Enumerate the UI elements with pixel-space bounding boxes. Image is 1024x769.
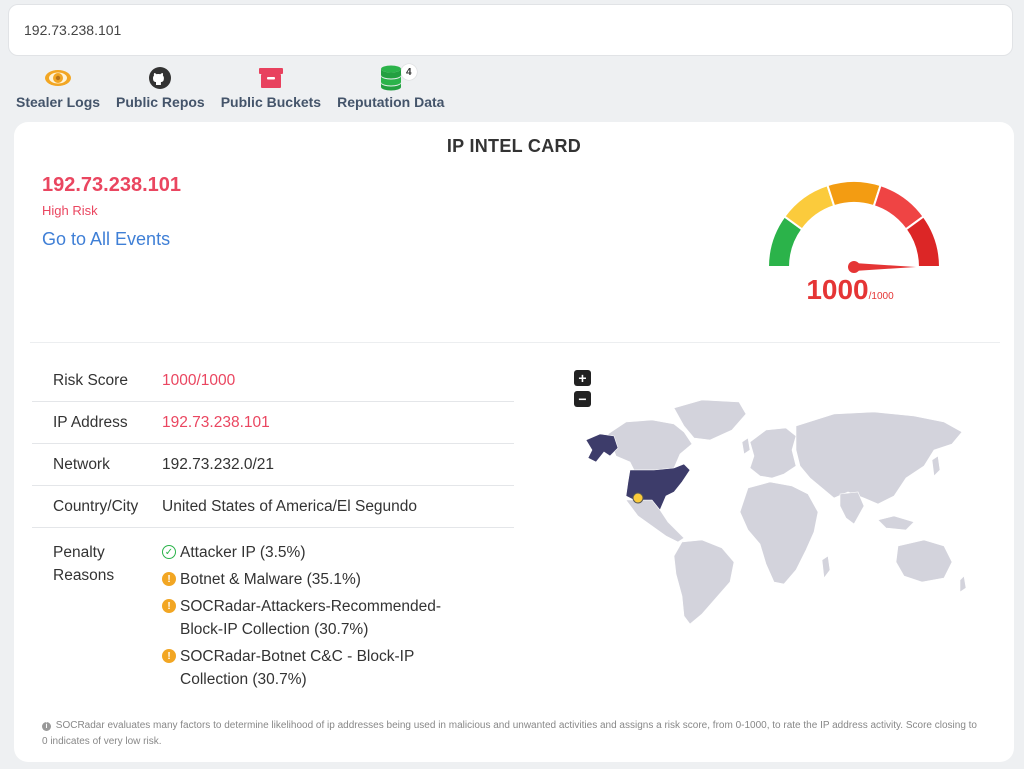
section-divider: [30, 342, 1000, 343]
map-land-canada: [607, 419, 693, 471]
world-map-canvas: [585, 399, 967, 625]
penalty-item: ! SOCRadar-Attackers-Recommended-Block-I…: [162, 595, 514, 641]
map-land-europe: [749, 427, 797, 479]
network-label: Network: [32, 443, 162, 486]
map-land-south-america: [673, 539, 735, 625]
tab-label: Public Buckets: [220, 94, 322, 110]
gauge-segment-yellow: [783, 183, 836, 231]
map-land-australia: [895, 539, 953, 583]
gauge-segment-orange: [826, 180, 882, 208]
map-land-southeast-asia: [877, 515, 915, 531]
info-icon: i: [42, 722, 51, 731]
tab-label: Public Repos: [116, 94, 205, 110]
table-row: Risk Score 1000/1000: [32, 360, 514, 402]
reputation-count-badge: 4: [400, 64, 417, 80]
country-city-label: Country/City: [32, 485, 162, 528]
map-land-africa: [739, 481, 819, 585]
ip-details-table: Risk Score 1000/1000 IP Address 192.73.2…: [32, 360, 514, 695]
database-icon: 4: [379, 64, 417, 92]
map-highlight-alaska: [585, 433, 619, 463]
warning-circle-icon: !: [162, 649, 176, 663]
ip-address-heading: 192.73.238.101: [42, 174, 182, 196]
penalty-text: SOCRadar-Attackers-Recommended-Block-IP …: [180, 598, 442, 638]
tab-stealer-logs[interactable]: Stealer Logs: [10, 64, 106, 116]
github-icon: [148, 64, 172, 92]
tab-public-repos[interactable]: Public Repos: [110, 64, 211, 116]
tab-reputation-data[interactable]: 4 Reputation Data: [331, 64, 450, 116]
gauge-score-value: 1000: [806, 274, 869, 305]
penalty-item: ! SOCRadar-Botnet C&C - Block-IP Collect…: [162, 645, 514, 691]
map-land-uk: [741, 437, 751, 455]
search-bar[interactable]: [8, 4, 1013, 56]
penalty-reasons-label: Penalty Reasons: [53, 544, 115, 584]
country-city-value: United States of America/El Segundo: [162, 485, 514, 528]
ip-address-label: IP Address: [32, 401, 162, 444]
gauge-needle: [854, 263, 916, 271]
tab-public-buckets[interactable]: Public Buckets: [215, 64, 327, 116]
tab-label: Stealer Logs: [16, 94, 101, 110]
risk-level-label: High Risk: [42, 203, 98, 218]
risk-score-value: 1000/1000: [162, 360, 514, 402]
table-row: Penalty Reasons ✓ Attacker IP (3.5%) ! B…: [32, 528, 514, 696]
go-to-all-events-link[interactable]: Go to All Events: [42, 229, 170, 250]
map-land-madagascar: [821, 555, 831, 579]
network-value: 192.73.232.0/21: [162, 443, 514, 486]
map-land-japan: [931, 455, 941, 477]
risk-score-footnote: i SOCRadar evaluates many factors to det…: [42, 718, 982, 750]
world-map[interactable]: + −: [534, 370, 974, 630]
source-tabs: Stealer Logs Public Repos Public Buckets…: [10, 64, 454, 116]
risk-score-label: Risk Score: [32, 360, 162, 402]
search-input[interactable]: [24, 22, 1012, 38]
penalty-item: ! Botnet & Malware (35.1%): [162, 568, 514, 591]
eye-icon: [44, 64, 72, 92]
ip-intel-card: IP INTEL CARD 192.73.238.101 High Risk G…: [14, 122, 1014, 762]
table-row: IP Address 192.73.238.101: [32, 401, 514, 444]
check-circle-icon: ✓: [162, 545, 176, 559]
gauge-hub: [848, 261, 860, 273]
penalty-text: Attacker IP (3.5%): [180, 544, 306, 561]
penalty-text: SOCRadar-Botnet C&C - Block-IP Collectio…: [180, 648, 415, 688]
gauge-score-max: /1000: [868, 291, 894, 302]
map-land-mexico: [625, 499, 685, 543]
gauge-score: 1000/1000: [750, 274, 950, 306]
warning-circle-icon: !: [162, 572, 176, 586]
table-row: Country/City United States of America/El…: [32, 485, 514, 528]
card-title: IP INTEL CARD: [446, 136, 582, 156]
penalty-item: ✓ Attacker IP (3.5%): [162, 541, 514, 564]
bucket-icon: [258, 64, 284, 92]
penalty-text: Botnet & Malware (35.1%): [180, 571, 361, 588]
location-marker: [632, 492, 644, 504]
tab-label: Reputation Data: [337, 94, 445, 110]
footnote-text: SOCRadar evaluates many factors to deter…: [42, 720, 977, 747]
warning-circle-icon: !: [162, 599, 176, 613]
table-row: Network 192.73.232.0/21: [32, 443, 514, 486]
map-land-new-zealand: [959, 575, 967, 593]
ip-address-value: 192.73.238.101: [162, 401, 514, 444]
